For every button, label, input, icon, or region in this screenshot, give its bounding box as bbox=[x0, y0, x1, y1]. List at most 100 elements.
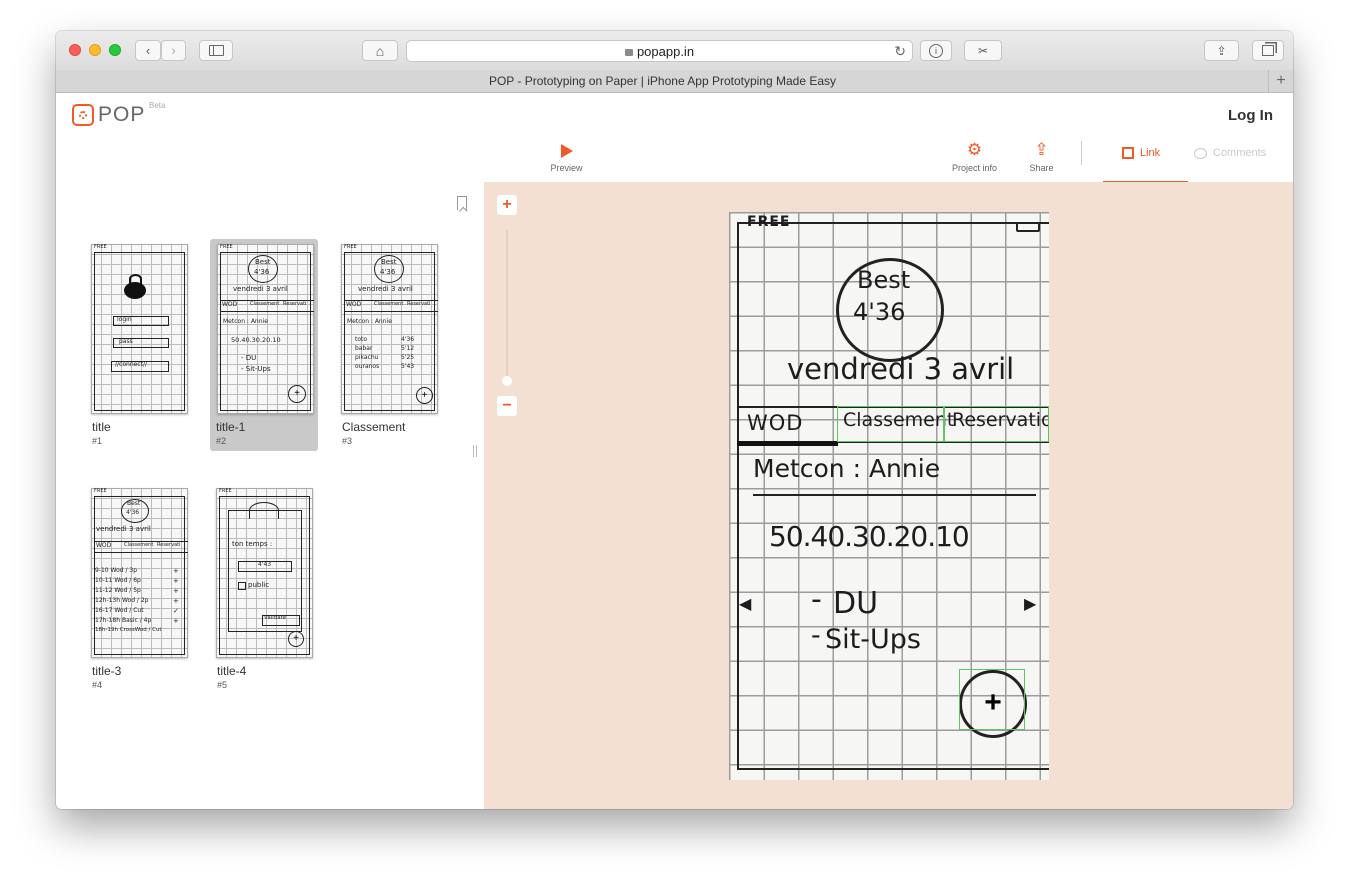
thumb-tab-text: Reservati bbox=[283, 301, 307, 307]
thumb-status-text: FREE bbox=[94, 488, 107, 494]
active-tab-title[interactable]: POP - Prototyping on Paper | iPhone App … bbox=[56, 74, 1269, 88]
thumb-row-time: 4'36 bbox=[401, 336, 415, 343]
zoom-out-button[interactable]: − bbox=[497, 396, 517, 416]
browser-toolbar: ‹ › ⌂ popapp.in ↻ i ✂ ⇪ bbox=[56, 31, 1293, 71]
scissors-icon: ✂ bbox=[977, 43, 989, 58]
thumb-slot-text: 12h-13h Wod / 2p bbox=[95, 597, 149, 604]
thumb-connect-text: //connect// bbox=[115, 361, 148, 368]
thumb-slot-text: 18h-19h CrossWod / Cut bbox=[95, 627, 162, 633]
link-hotspot-icon bbox=[1122, 147, 1134, 159]
tab-comments[interactable]: Comments bbox=[1194, 147, 1266, 159]
thumb-row-name: toto bbox=[355, 336, 368, 343]
logo-text: POP bbox=[98, 103, 146, 126]
thumb-fab: + bbox=[288, 631, 304, 647]
thumb-row-time: 5'43 bbox=[401, 363, 415, 370]
home-icon: ⌂ bbox=[375, 42, 385, 59]
thumb-metcon-text: Metcon : Annie bbox=[223, 318, 268, 325]
zoom-slider-track[interactable] bbox=[506, 230, 508, 380]
thumb-status-text: FREE bbox=[94, 244, 107, 250]
zoom-in-button[interactable]: + bbox=[497, 195, 517, 215]
new-tab-button[interactable]: + bbox=[1268, 70, 1293, 92]
screen-number: #3 bbox=[342, 436, 353, 446]
reload-icon[interactable]: ↻ bbox=[894, 43, 906, 60]
thumb-fab: + bbox=[416, 387, 433, 404]
sidebar-toggle-button[interactable] bbox=[199, 40, 233, 61]
thumb-time-text: 4'43 bbox=[258, 561, 272, 568]
home-button[interactable]: ⌂ bbox=[362, 40, 398, 61]
screen-name: title-4 bbox=[217, 664, 247, 678]
back-button[interactable]: ‹ bbox=[135, 40, 161, 61]
thumb-tab-text: Reservati bbox=[157, 542, 181, 548]
screen-number: #4 bbox=[92, 680, 103, 690]
panel-resize-handle[interactable] bbox=[473, 445, 477, 457]
close-window-button[interactable] bbox=[69, 44, 81, 56]
sketch-reps: 50.40.30.20.10 bbox=[769, 520, 970, 553]
thumb-time-text: 4'36 bbox=[254, 268, 270, 276]
hotspot-add-button[interactable] bbox=[959, 669, 1025, 730]
screen-thumb-image: FREE Best 4'36 vendredi 3 avril WOD Clas… bbox=[217, 244, 314, 414]
thumb-best-text: Best bbox=[127, 500, 141, 507]
tab-link[interactable]: Link bbox=[1103, 139, 1188, 183]
screen-number: #5 bbox=[217, 680, 228, 690]
thumb-validate-text: Validate bbox=[264, 615, 287, 621]
screen-number: #1 bbox=[92, 436, 103, 446]
link-tab-label: Link bbox=[1140, 147, 1161, 159]
login-link[interactable]: Log In bbox=[1228, 107, 1273, 124]
comment-bubble-icon bbox=[1194, 147, 1207, 159]
hotspot-classement[interactable] bbox=[837, 406, 944, 442]
sketch-best-time: 4'36 bbox=[853, 298, 906, 326]
sketch-prev-arrow-icon: ◀ bbox=[739, 594, 752, 613]
project-info-button[interactable]: ⚙ Project info bbox=[947, 140, 1002, 174]
lock-icon bbox=[624, 49, 633, 56]
sketch-exercise-1: DU bbox=[833, 586, 879, 621]
hotspot-reservation[interactable] bbox=[944, 406, 1049, 442]
thumb-time-text: 4'36 bbox=[126, 509, 140, 516]
share-browser-button[interactable]: ⇪ bbox=[1204, 40, 1239, 61]
beta-label: Beta bbox=[149, 101, 166, 110]
thumb-tab-text: Classement bbox=[250, 301, 280, 307]
chevron-right-icon: › bbox=[171, 43, 176, 58]
screen-thumb-image: FREE ton temps : 4'43 public Validate + bbox=[216, 488, 313, 658]
zoom-slider-handle[interactable] bbox=[502, 376, 512, 386]
sketch-exercise-2: Sit-Ups bbox=[825, 624, 921, 655]
screen-thumb-2[interactable]: FREE Best 4'36 vendredi 3 avril WOD Clas… bbox=[210, 239, 318, 451]
thumb-pass-text: pass bbox=[119, 338, 133, 345]
address-bar[interactable]: popapp.in ↻ bbox=[406, 40, 913, 62]
thumb-label-text: ton temps : bbox=[232, 540, 273, 548]
sketch-next-arrow-icon: ▶ bbox=[1024, 594, 1037, 613]
sketch-tab-wod: WOD bbox=[747, 411, 804, 435]
zoom-window-button[interactable] bbox=[109, 44, 121, 56]
screen-thumb-image: FREE Best 4'36 vendredi 3 avril WOD Clas… bbox=[341, 244, 438, 414]
browser-tab-bar: POP - Prototyping on Paper | iPhone App … bbox=[56, 70, 1293, 93]
tabs-overview-button[interactable] bbox=[1252, 40, 1284, 61]
screen-thumb-1[interactable]: FREE login pass //connect// title #1 bbox=[81, 239, 189, 451]
comments-tab-label: Comments bbox=[1213, 147, 1267, 159]
current-screen-sketch: FREE Best 4'36 vendredi 3 avril WOD Clas… bbox=[729, 212, 1049, 780]
prototype-canvas: + − FREE Best 4'36 vendredi 3 avril WOD … bbox=[484, 182, 1293, 809]
bookmark-icon[interactable] bbox=[457, 196, 467, 210]
thumb-date-text: vendredi 3 avril bbox=[358, 285, 413, 293]
forward-button[interactable]: › bbox=[161, 40, 186, 61]
screen-thumb-5[interactable]: FREE ton temps : 4'43 public Validate + … bbox=[206, 483, 314, 695]
screen-thumb-4[interactable]: FREE Best 4'36 vendredi 3 avril WOD Clas… bbox=[81, 483, 189, 695]
thumb-best-text: Best bbox=[255, 258, 271, 266]
preview-button[interactable]: Preview bbox=[544, 144, 589, 173]
screenshot-button[interactable]: ✂ bbox=[964, 40, 1002, 61]
thumb-login-text: login bbox=[117, 316, 132, 323]
thumb-tab-text: Classement bbox=[374, 301, 404, 307]
thumb-tab-text: Classement bbox=[124, 542, 154, 548]
sketch-metcon: Metcon : Annie bbox=[753, 454, 941, 483]
minimize-window-button[interactable] bbox=[89, 44, 101, 56]
screen-thumb-3[interactable]: FREE Best 4'36 vendredi 3 avril WOD Clas… bbox=[331, 239, 439, 451]
share-button[interactable]: ⇪ Share bbox=[1024, 141, 1059, 174]
thumb-row-name: babar bbox=[355, 345, 373, 352]
screen-number: #2 bbox=[216, 436, 227, 446]
thumb-tab-text: WOD bbox=[346, 301, 362, 308]
thumb-slot-text: 11-12 Wod / 5p bbox=[95, 587, 141, 594]
thumb-row-time: 5'12 bbox=[401, 345, 415, 352]
gear-icon: ⚙ bbox=[966, 140, 983, 159]
app-header: POP Beta Log In Preview ⚙ Project info ⇪… bbox=[56, 93, 1293, 183]
info-button[interactable]: i bbox=[920, 40, 952, 61]
thumb-slot-text: 17h-18h Basic / 4p bbox=[95, 617, 152, 624]
pop-logo[interactable]: POP bbox=[72, 102, 145, 128]
